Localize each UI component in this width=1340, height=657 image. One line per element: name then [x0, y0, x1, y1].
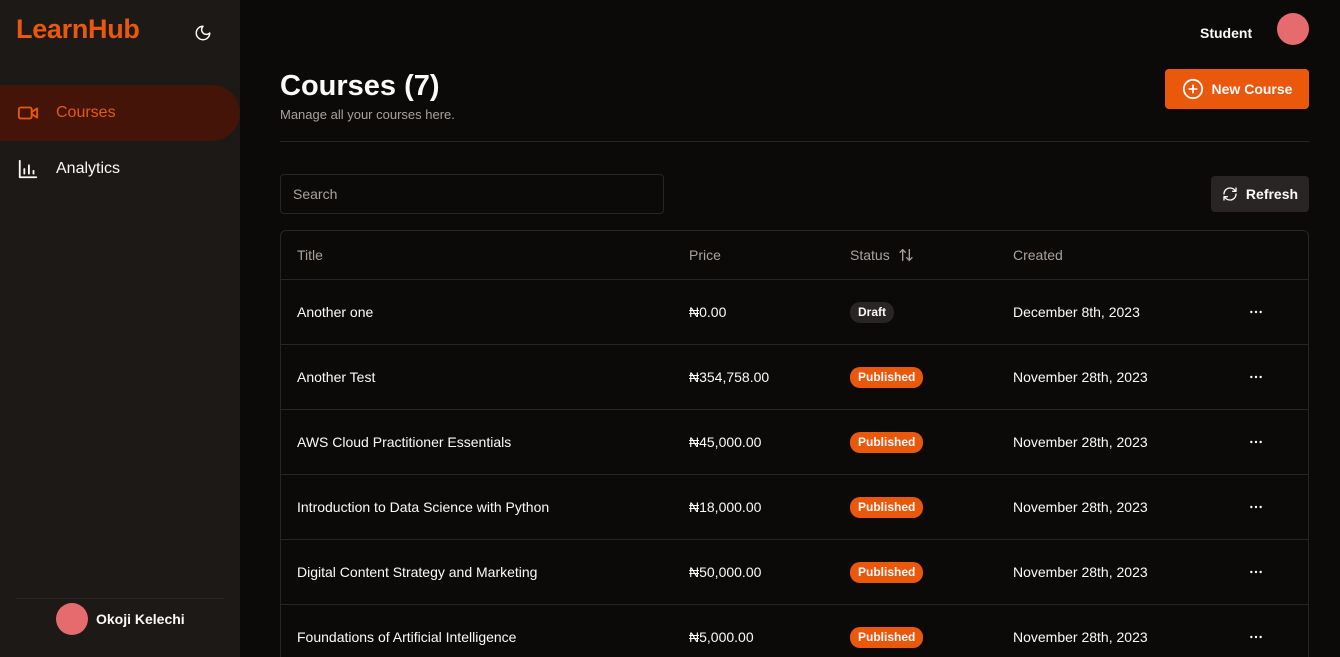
table-row[interactable]: Another Test ₦354,758.00 Published Novem…: [281, 345, 1308, 410]
course-created-date: November 28th, 2023: [1013, 564, 1148, 580]
row-actions-more-icon[interactable]: [1241, 605, 1271, 657]
sidebar-item-courses[interactable]: Courses: [0, 85, 240, 141]
course-title: Digital Content Strategy and Marketing: [297, 564, 538, 580]
avatar: [56, 603, 88, 635]
column-header-status[interactable]: Status: [850, 231, 914, 279]
new-course-button[interactable]: New Course: [1165, 69, 1309, 109]
sidebar-item-label: Courses: [56, 104, 116, 121]
row-actions-more-icon[interactable]: [1241, 475, 1271, 539]
course-created-date: November 28th, 2023: [1013, 369, 1148, 385]
page-subtitle: Manage all your courses here.: [280, 107, 455, 122]
course-title: Introduction to Data Science with Python: [297, 499, 550, 515]
search-input[interactable]: [280, 174, 664, 214]
sort-arrows-icon[interactable]: [898, 247, 914, 263]
user-name: Okoji Kelechi: [96, 611, 185, 627]
row-actions-more-icon[interactable]: [1241, 540, 1271, 604]
status-badge: Draft: [850, 301, 895, 323]
row-actions-more-icon[interactable]: [1241, 410, 1271, 474]
app-logo[interactable]: LearnHub: [16, 14, 140, 45]
course-price: ₦18,000.00: [689, 499, 762, 515]
sidebar: LearnHub Courses Analytics Okoji Kelechi: [0, 0, 240, 657]
table-row[interactable]: AWS Cloud Practitioner Essentials ₦45,00…: [281, 410, 1308, 475]
course-price: ₦45,000.00: [689, 434, 762, 450]
status-badge: Published: [850, 561, 924, 583]
user-role-label: Student: [1200, 25, 1253, 41]
refresh-button[interactable]: Refresh: [1211, 176, 1309, 212]
course-created-date: November 28th, 2023: [1013, 434, 1148, 450]
sidebar-item-analytics[interactable]: Analytics: [0, 141, 240, 197]
new-course-label: New Course: [1211, 81, 1293, 97]
status-badge: Published: [850, 626, 924, 648]
course-price: ₦5,000.00: [689, 629, 754, 645]
row-actions-more-icon[interactable]: [1241, 280, 1271, 344]
column-header-title: Title: [297, 247, 323, 263]
table-row[interactable]: Another one ₦0.00 Draft December 8th, 20…: [281, 280, 1308, 345]
course-title: AWS Cloud Practitioner Essentials: [297, 434, 512, 450]
status-badge: Published: [850, 496, 924, 518]
table-row[interactable]: Foundations of Artificial Intelligence ₦…: [281, 605, 1308, 657]
column-header-status-label: Status: [850, 247, 890, 263]
row-actions-more-icon[interactable]: [1241, 345, 1271, 409]
sidebar-divider: [16, 598, 224, 599]
course-title: Foundations of Artificial Intelligence: [297, 629, 517, 645]
page-title: Courses (7): [280, 70, 440, 102]
course-created-date: November 28th, 2023: [1013, 499, 1148, 515]
avatar[interactable]: [1277, 13, 1309, 45]
bar-chart-icon: [16, 157, 40, 181]
refresh-label: Refresh: [1245, 186, 1299, 202]
sidebar-item-label: Analytics: [56, 160, 121, 177]
status-badge: Published: [850, 431, 924, 453]
courses-table: Title Price Status Created Another one ₦…: [280, 230, 1309, 657]
course-price: ₦354,758.00: [689, 369, 770, 385]
course-created-date: December 8th, 2023: [1013, 304, 1140, 320]
theme-toggle-moon-icon[interactable]: [190, 20, 216, 46]
refresh-icon: [1222, 186, 1238, 202]
table-row[interactable]: Introduction to Data Science with Python…: [281, 475, 1308, 540]
course-title: Another Test: [297, 369, 376, 385]
header-divider: [280, 141, 1309, 142]
course-price: ₦0.00: [689, 304, 727, 320]
status-badge: Published: [850, 366, 924, 388]
column-header-created: Created: [1013, 247, 1063, 263]
column-header-price: Price: [689, 247, 721, 263]
video-icon: [16, 101, 40, 125]
sidebar-user[interactable]: Okoji Kelechi: [56, 603, 185, 635]
table-header-row: Title Price Status Created: [281, 231, 1308, 280]
course-price: ₦50,000.00: [689, 564, 762, 580]
course-created-date: November 28th, 2023: [1013, 629, 1148, 645]
table-row[interactable]: Digital Content Strategy and Marketing ₦…: [281, 540, 1308, 605]
plus-circle-icon: [1182, 78, 1204, 100]
course-title: Another one: [297, 304, 374, 320]
